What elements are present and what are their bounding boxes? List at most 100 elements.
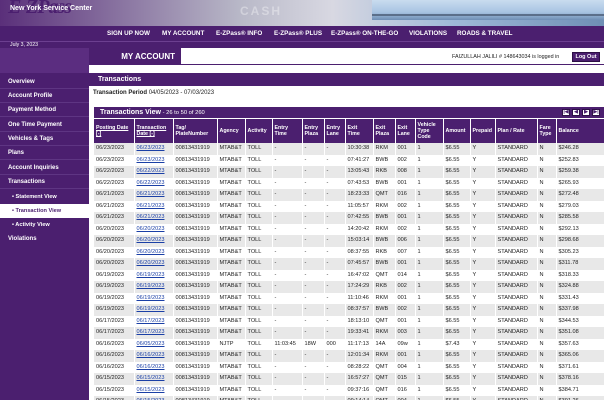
table-row: 06/20/2023 06/20/2023 00813431919 MTAB&T TOL…: [94, 223, 604, 235]
cell-entry-plaza: -: [302, 212, 325, 224]
first-page-icon[interactable]: |◀: [562, 109, 570, 116]
cell-agency: NJTP: [217, 338, 246, 350]
cell-fare-type: N: [537, 281, 557, 293]
table-row: 06/20/2023 06/20/2023 00813431919 MTAB&T TOL…: [94, 258, 604, 270]
sidebar-subitem-activity-view[interactable]: • Activity View: [0, 218, 89, 232]
cell-vehicle-type: 1: [415, 327, 444, 339]
cell-amount: $6.55: [443, 154, 471, 166]
sidebar-subitem-transaction-view[interactable]: • Transaction View: [0, 204, 89, 218]
nav-violations[interactable]: VIOLATIONS: [409, 30, 447, 37]
col-exit-lane: Exit Lane: [395, 119, 416, 143]
table-row: 06/15/202306/15/202300813431919MTAB&TTOL…: [94, 396, 604, 400]
cell-transaction-date[interactable]: 06/19/2023: [134, 281, 174, 293]
sidebar-item-violations[interactable]: Violations: [0, 232, 89, 246]
cell-transaction-date[interactable]: 06/20/2023: [134, 223, 174, 235]
my-account-title: MY ACCOUNT: [121, 52, 175, 61]
cell-agency: MTAB&T: [217, 361, 246, 373]
cell-transaction-date[interactable]: 06/21/2023: [134, 189, 174, 201]
cell-exit-lane: 001: [395, 292, 416, 304]
cell-tag-plate: 00813431919: [173, 384, 218, 396]
nav-sign-up-now[interactable]: SIGN UP NOW: [107, 30, 150, 37]
cell-exit-lane: 002: [395, 200, 416, 212]
cell-transaction-date[interactable]: 06/23/2023: [134, 154, 174, 166]
nav-roads-travel[interactable]: ROADS & TRAVEL: [457, 30, 513, 37]
table-row: 06/16/2023 06/05/2023 00813431919 NJTP TOLL 1…: [94, 338, 604, 350]
sidebar-item-account-profile[interactable]: Account Profile: [0, 89, 89, 103]
cell-exit-lane: 09w: [395, 338, 416, 350]
table-row: 06/22/2023 06/22/2023 00813431919 MTAB&T TOL…: [94, 177, 604, 189]
cell-transaction-date[interactable]: 06/16/2023: [134, 361, 174, 373]
sidebar-item-account-inquiries[interactable]: Account Inquiries: [0, 161, 89, 175]
cell-transaction-date[interactable]: 06/20/2023: [134, 235, 174, 247]
cell-transaction-date[interactable]: 06/19/2023: [134, 304, 174, 316]
table-row: 06/20/2023 06/20/2023 00813431919 MTAB&T TOL…: [94, 235, 604, 247]
cell-vehicle-type: 1: [415, 166, 444, 178]
cell-amount: $6.55: [443, 166, 471, 178]
cell-transaction-date[interactable]: 06/16/2023: [134, 350, 174, 362]
cell-activity: TOLL: [245, 304, 273, 316]
cell-transaction-date[interactable]: 06/22/2023: [134, 166, 174, 178]
cell-entry-time: -: [272, 235, 303, 247]
cell-exit-plaza: BWB: [373, 177, 396, 189]
logout-button[interactable]: Log Out: [572, 52, 600, 62]
cell-entry-time: 11:03:45: [272, 338, 303, 350]
account-divider: [181, 64, 604, 65]
sidebar-item-plans[interactable]: Plans: [0, 146, 89, 160]
cell-balance: $272.48: [556, 189, 604, 201]
sidebar-item-payment-method[interactable]: Payment Method: [0, 103, 89, 117]
cell-vehicle-type: 1: [415, 154, 444, 166]
nav-my-account[interactable]: MY ACCOUNT: [162, 30, 204, 37]
cell-entry-plaza: -: [302, 292, 325, 304]
cell-plan-rate: STANDARD: [495, 304, 538, 316]
cell-tag-plate: 00813431919: [173, 396, 218, 400]
cell-posting-date: 06/19/2023: [94, 292, 135, 304]
col-posting-date[interactable]: Posting Date [-]: [94, 119, 135, 143]
cell-transaction-date[interactable]: 06/21/2023: [134, 200, 174, 212]
cell-prepaid: Y: [470, 373, 496, 385]
cell-balance: $337.98: [556, 304, 604, 316]
cell-transaction-date[interactable]: 06/23/2023: [134, 143, 174, 155]
sidebar-item-overview[interactable]: Overview: [0, 75, 89, 89]
cell-transaction-date[interactable]: 06/17/2023: [134, 327, 174, 339]
sidebar-item-transactions[interactable]: Transactions: [0, 175, 89, 189]
cell-transaction-date[interactable]: 06/19/2023: [134, 269, 174, 281]
cell-entry-time: -: [272, 258, 303, 270]
cell-balance: $344.53: [556, 315, 604, 327]
nav-ezpass-info[interactable]: E-ZPass® INFO: [216, 30, 262, 37]
cell-transaction-date[interactable]: 06/20/2023: [134, 258, 174, 270]
cell-transaction-date[interactable]: 06/19/2023: [134, 292, 174, 304]
prev-page-icon[interactable]: ◀: [572, 109, 580, 116]
cell-activity: TOLL: [245, 258, 273, 270]
cell-tag-plate: 00813431919: [173, 269, 218, 281]
cell-transaction-date[interactable]: 06/22/2023: [134, 177, 174, 189]
col-transaction-date[interactable]: Transaction Date [-]: [134, 119, 174, 143]
sidebar-header: [0, 48, 89, 73]
cell-posting-date: 06/21/2023: [94, 212, 135, 224]
cell-transaction-date[interactable]: 06/15/2023: [134, 384, 174, 396]
cell-entry-plaza: -: [302, 361, 325, 373]
cell-plan-rate: STANDARD: [495, 361, 538, 373]
cell-exit-time: 07:41:27: [345, 154, 374, 166]
next-page-icon[interactable]: ▶: [582, 109, 590, 116]
cell-agency: MTAB&T: [217, 200, 246, 212]
nav-ezpass-on-the-go[interactable]: E-ZPass® ON-THE-GO: [331, 30, 398, 37]
cell-exit-lane: 006: [395, 235, 416, 247]
cell-vehicle-type: 1: [415, 200, 444, 212]
nav-ezpass-plus[interactable]: E-ZPass® PLUS: [274, 30, 322, 37]
cell-transaction-date[interactable]: 06/21/2023: [134, 212, 174, 224]
cell-transaction-date[interactable]: 06/20/2023: [134, 246, 174, 258]
sidebar-item-vehicles-tags[interactable]: Vehicles & Tags: [0, 132, 89, 146]
table-row: 06/23/2023 06/23/2023 00813431919 MTAB&T TOL…: [94, 143, 604, 155]
cell-posting-date: 06/20/2023: [94, 258, 135, 270]
cell-activity: TOLL: [245, 177, 273, 189]
sidebar-item-one-time-payment[interactable]: One Time Payment: [0, 118, 89, 132]
cell-entry-time: -: [272, 269, 303, 281]
cell-transaction-date[interactable]: 06/17/2023: [134, 315, 174, 327]
sidebar-subitem-statement-view[interactable]: • Statement View: [0, 190, 89, 204]
cell-transaction-date[interactable]: 06/15/2023: [134, 373, 174, 385]
cell-transaction-date[interactable]: 06/05/2023: [134, 338, 174, 350]
cell-transaction-date[interactable]: 06/15/2023: [134, 396, 174, 400]
cell-exit-time: 09:37:16: [345, 384, 374, 396]
cell-agency: MTAB&T: [217, 143, 246, 155]
last-page-icon[interactable]: ▶|: [592, 109, 600, 116]
